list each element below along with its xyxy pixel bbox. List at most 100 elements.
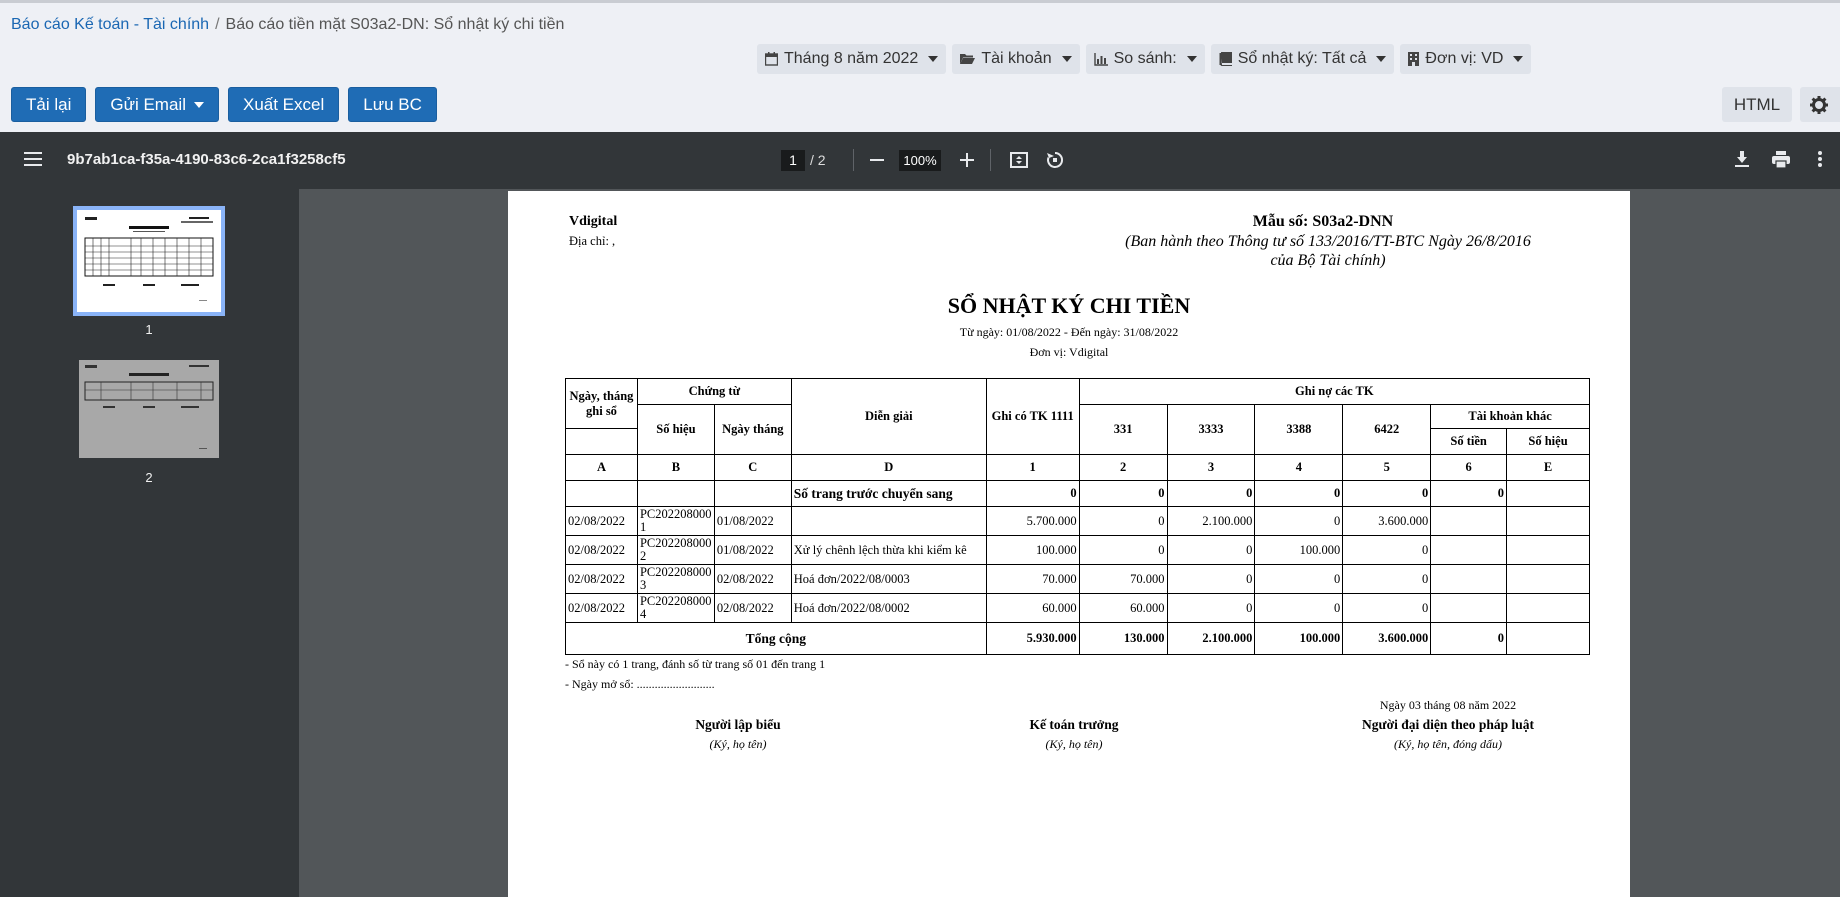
row-3333: 0: [1166, 535, 1256, 565]
thumbnail-label-1: 1: [145, 322, 153, 337]
row-3333: 2.100.000: [1166, 506, 1256, 536]
row-other-no: [1506, 564, 1590, 594]
signer-chief-accountant-title: Kế toán trưởng: [1029, 717, 1119, 732]
row-331: 0: [1078, 506, 1168, 536]
account-filter-dropdown[interactable]: Tài khoản: [952, 44, 1080, 74]
total-3333: 2.100.000: [1166, 622, 1256, 655]
header-description: Diễn giải: [790, 378, 987, 455]
header-voucher-no: Số hiệu: [636, 404, 715, 455]
account-filter-label: Tài khoản: [981, 50, 1052, 67]
circular-line-1: (Ban hành theo Thông tư số 133/2016/TT-B…: [1125, 233, 1531, 250]
thumbnail-page-2[interactable]: [79, 360, 219, 458]
row-other-no: [1506, 506, 1590, 536]
circular-line-2: của Bộ Tài chính): [1270, 252, 1386, 269]
more-options-icon[interactable]: [1818, 151, 1822, 167]
header-acc-3388: 3388: [1254, 404, 1344, 455]
unit-filter-dropdown[interactable]: Đơn vị: VD: [1400, 44, 1532, 74]
report-period: Từ ngày: 01/08/2022 - Đến ngày: 31/08/20…: [959, 325, 1179, 339]
header-debit: Ghi nợ các TK: [1078, 378, 1591, 405]
row-331: 60.000: [1078, 593, 1168, 623]
rotate-icon[interactable]: [1046, 151, 1064, 169]
html-view-button[interactable]: HTML: [1722, 87, 1792, 122]
page-thumbnail-preview: [84, 365, 214, 449]
row-voucher-no: PC2022080002: [636, 535, 715, 565]
chevron-down-icon: [1061, 56, 1072, 62]
row-other-no: [1506, 593, 1590, 623]
header-date: Ngày, tháng ghi sổ: [565, 378, 638, 429]
chevron-down-icon: [928, 56, 939, 62]
breadcrumb-separator: /: [215, 16, 220, 33]
column-code: B: [636, 454, 715, 481]
row-3388: 100.000: [1254, 535, 1344, 565]
row-date: 02/08/2022: [565, 535, 638, 565]
report-unit: Đơn vị: Vdigital: [1029, 345, 1109, 359]
zoom-level-input[interactable]: 100%: [899, 150, 941, 171]
row-3333: 0: [1166, 564, 1256, 594]
row-other-amount: [1430, 535, 1508, 565]
total-331: 130.000: [1078, 622, 1168, 655]
column-code: E: [1506, 454, 1590, 481]
page-number-input[interactable]: 1: [781, 150, 805, 171]
thumbnail-page-1[interactable]: [73, 206, 225, 316]
bar-chart-icon: [1093, 52, 1108, 66]
period-filter-dropdown[interactable]: Tháng 8 năm 2022: [757, 44, 947, 74]
row-331: 70.000: [1078, 564, 1168, 594]
company-name: Vdigital: [569, 214, 618, 229]
row-voucher-no: PC2022080003: [636, 564, 715, 594]
table-cell: [1506, 480, 1590, 507]
row-6422: 0: [1342, 535, 1432, 565]
print-icon[interactable]: [1772, 151, 1790, 168]
carry-over-label: Số trang trước chuyển sang: [790, 480, 987, 507]
table-row: 02/08/2022 PC2022080001 01/08/2022 5.700…: [565, 506, 1590, 536]
carry-over-row: Số trang trước chuyển sang 0 0 0 0 0 0: [565, 480, 1590, 507]
journal-filter-dropdown[interactable]: Sổ nhật ký: Tất cả: [1210, 44, 1395, 74]
row-other-amount: [1430, 593, 1508, 623]
table-cell: [713, 480, 792, 507]
row-3388: 0: [1254, 593, 1344, 623]
row-6422: 0: [1342, 564, 1432, 594]
chevron-down-icon: [1186, 56, 1197, 62]
row-credit: 70.000: [985, 564, 1080, 594]
header-acc-331: 331: [1078, 404, 1168, 455]
row-6422: 3.600.000: [1342, 506, 1432, 536]
row-voucher-date: 02/08/2022: [713, 564, 792, 594]
unit-filter-label: Đơn vị: VD: [1425, 50, 1504, 67]
settings-button[interactable]: [1800, 87, 1840, 122]
table-cell: [565, 480, 638, 507]
compare-filter-dropdown[interactable]: So sánh:: [1085, 44, 1205, 74]
breadcrumb-current: Báo cáo tiền mặt S03a2-DN: Sổ nhật ký ch…: [225, 16, 565, 33]
reload-button[interactable]: Tải lại: [11, 87, 87, 122]
breadcrumb-root-link[interactable]: Báo cáo Kế toán - Tài chính: [11, 16, 209, 33]
book-icon: [1219, 52, 1232, 66]
send-email-label: Gửi Email: [110, 94, 186, 114]
zoom-in-icon[interactable]: [960, 153, 974, 167]
header-blank: [565, 428, 638, 455]
header-voucher: Chứng từ: [636, 378, 792, 405]
breadcrumb: Báo cáo Kế toán - Tài chính / Báo cáo tiền…: [11, 16, 564, 34]
row-other-no: [1506, 535, 1590, 565]
header-other-amount: Số tiền: [1430, 428, 1508, 455]
row-credit: 100.000: [985, 535, 1080, 565]
fit-page-icon[interactable]: [1010, 152, 1028, 168]
thumbnail-label-2: 2: [145, 470, 153, 485]
total-other-no: [1506, 622, 1590, 655]
row-3388: 0: [1254, 506, 1344, 536]
folder-open-icon: [960, 54, 976, 64]
row-description: Hoá đơn/2022/08/0003: [790, 564, 987, 594]
download-icon[interactable]: [1735, 151, 1749, 167]
menu-icon[interactable]: [24, 152, 42, 166]
compare-filter-label: So sánh:: [1113, 50, 1177, 67]
column-code: 3: [1166, 454, 1256, 481]
row-date: 02/08/2022: [565, 564, 638, 594]
row-voucher-date: 01/08/2022: [713, 535, 792, 565]
company-address: Địa chỉ: ,: [569, 234, 616, 248]
export-excel-button[interactable]: Xuất Excel: [227, 87, 340, 122]
toolbar-divider: [853, 149, 854, 171]
save-report-button[interactable]: Lưu BC: [348, 87, 437, 122]
page-count-note: - Sổ này có 1 trang, đánh số từ trang số…: [565, 657, 826, 671]
journal-filter-label: Sổ nhật ký: Tất cả: [1237, 50, 1367, 67]
carry-over-6422: 0: [1342, 480, 1432, 507]
send-email-button[interactable]: Gửi Email: [95, 87, 219, 122]
zoom-out-icon[interactable]: [870, 159, 884, 161]
header-other-no: Số hiệu: [1506, 428, 1590, 455]
